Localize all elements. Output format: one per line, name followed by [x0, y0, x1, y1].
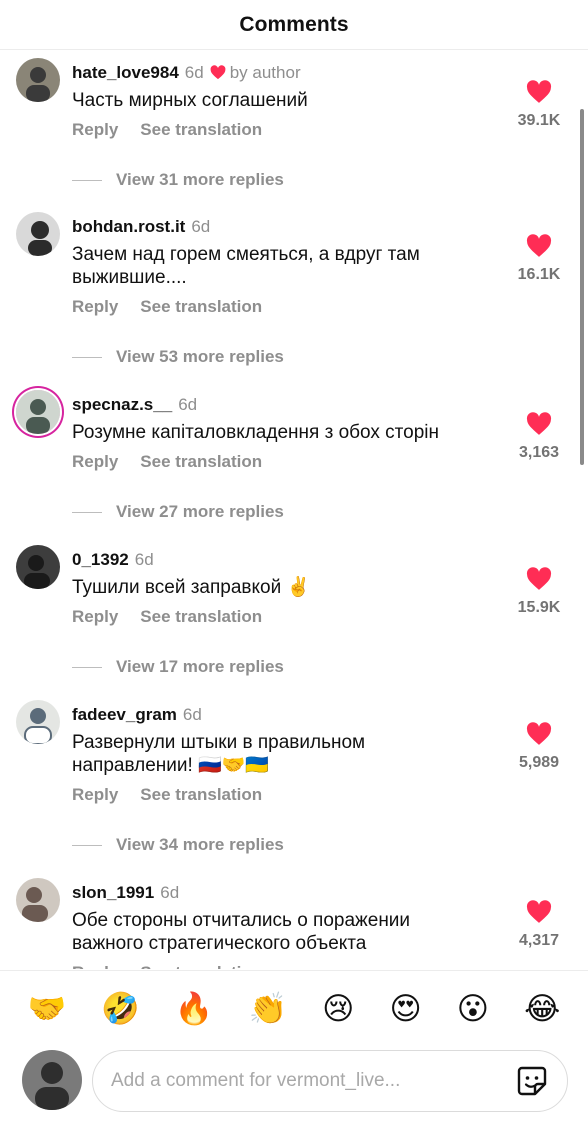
- comment-text: Розумне капіталовкладення з обох сторін: [72, 422, 439, 443]
- comment-text: Зачем над горем смеяться, а вдруг там вы…: [72, 244, 420, 288]
- divider: [72, 356, 102, 358]
- avatar[interactable]: [16, 58, 60, 102]
- avatar[interactable]: [16, 878, 60, 922]
- like-control[interactable]: 15.9K: [504, 567, 574, 617]
- comment-username[interactable]: bohdan.rost.it: [72, 217, 185, 236]
- comment-time: 6d: [191, 217, 211, 236]
- comment-time: 6d: [134, 550, 154, 569]
- current-user-avatar: [22, 1050, 82, 1110]
- view-replies-button[interactable]: View 31 more replies: [72, 170, 472, 190]
- like-control[interactable]: 39.1K: [504, 80, 574, 130]
- comment-input-box[interactable]: [92, 1050, 568, 1112]
- divider: [72, 844, 102, 846]
- like-count: 39.1K: [517, 112, 561, 129]
- view-replies-label: View 34 more replies: [116, 835, 284, 854]
- avatar-photo: [16, 390, 60, 434]
- crying-emoji-button[interactable]: 😢: [322, 993, 354, 1024]
- see-translation-button[interactable]: See translation: [140, 297, 262, 316]
- comment-text: Тушили всей заправкой ✌️: [72, 577, 311, 598]
- comment-username[interactable]: slon_1991: [72, 883, 154, 902]
- avatar-photo: [16, 212, 60, 256]
- avatar-photo: [16, 545, 60, 589]
- comment-text: Обе стороны отчитались о поражении важно…: [72, 910, 411, 954]
- see-translation-button[interactable]: See translation: [140, 452, 262, 471]
- like-control[interactable]: 4,317: [504, 900, 574, 950]
- joy-emoji-button[interactable]: 😂: [524, 993, 560, 1024]
- comment-username[interactable]: hate_love984: [72, 63, 179, 82]
- like-count: 4,317: [518, 932, 560, 949]
- comment-time: 6d: [182, 705, 202, 724]
- reply-button[interactable]: Reply: [72, 963, 118, 969]
- avatar-photo: [16, 700, 60, 744]
- like-control[interactable]: 16.1K: [504, 234, 574, 284]
- avatar-photo: [22, 1050, 82, 1110]
- view-replies-button[interactable]: View 17 more replies: [72, 657, 472, 677]
- comment-username[interactable]: 0_1392: [72, 550, 129, 569]
- comment-text: Развернули штыки в правильном направлени…: [72, 732, 366, 776]
- avatar[interactable]: [16, 390, 60, 434]
- heart-icon[interactable]: [526, 567, 552, 591]
- view-replies-button[interactable]: View 34 more replies: [72, 835, 472, 855]
- heart-icon[interactable]: [526, 900, 552, 924]
- avatar[interactable]: [16, 545, 60, 589]
- view-replies-label: View 27 more replies: [116, 502, 284, 521]
- heart-icon[interactable]: [526, 234, 552, 258]
- fire-emoji-button[interactable]: 🔥: [175, 993, 214, 1024]
- heart-eyes-emoji-button[interactable]: 😍: [389, 993, 421, 1024]
- like-count: 15.9K: [517, 599, 561, 616]
- heart-icon[interactable]: [526, 80, 552, 104]
- avatar-photo: [16, 878, 60, 922]
- view-replies-label: View 31 more replies: [116, 170, 284, 189]
- reply-button[interactable]: Reply: [72, 120, 118, 139]
- view-replies-label: View 53 more replies: [116, 347, 284, 366]
- comments-screen: Comments hate_love984 6d by author Часть м…: [0, 0, 588, 1126]
- divider: [72, 666, 102, 668]
- comment-composer: [0, 1046, 588, 1126]
- like-count: 3,163: [518, 444, 560, 461]
- comment-list[interactable]: hate_love984 6d by author Часть мирных сог…: [0, 51, 588, 969]
- heart-icon[interactable]: [526, 412, 552, 436]
- handshake-emoji-button[interactable]: 🤝: [28, 993, 67, 1024]
- comment-input[interactable]: [111, 1070, 515, 1092]
- comment-time: 6d: [178, 395, 198, 414]
- see-translation-button[interactable]: See translation: [140, 785, 262, 804]
- sticker-icon[interactable]: [515, 1064, 549, 1098]
- avatar[interactable]: [16, 212, 60, 256]
- reply-button[interactable]: Reply: [72, 452, 118, 471]
- heart-icon: [210, 65, 226, 80]
- like-control[interactable]: 3,163: [504, 412, 574, 462]
- comment-username[interactable]: specnaz.s__: [72, 395, 172, 414]
- page-title: Comments: [239, 12, 349, 36]
- emoji-reaction-bar: 🤝 🤣 🔥 👏 😢 😍 😮 😂: [0, 970, 588, 1046]
- divider: [72, 179, 102, 181]
- by-author-label: by author: [229, 63, 301, 82]
- see-translation-button[interactable]: See translation: [140, 963, 262, 969]
- divider: [72, 511, 102, 513]
- comment-text: Часть мирных соглашений: [72, 90, 308, 111]
- comment-username[interactable]: fadeev_gram: [72, 705, 177, 724]
- liked-by-author-badge: by author: [210, 63, 301, 82]
- like-control[interactable]: 5,989: [504, 722, 574, 772]
- like-count: 16.1K: [517, 266, 561, 283]
- reply-button[interactable]: Reply: [72, 785, 118, 804]
- view-replies-button[interactable]: View 27 more replies: [72, 502, 472, 522]
- avatar-photo: [16, 58, 60, 102]
- comment-time: 6d: [160, 883, 180, 902]
- reply-button[interactable]: Reply: [72, 607, 118, 626]
- avatar[interactable]: [16, 700, 60, 744]
- rofl-emoji-button[interactable]: 🤣: [101, 993, 140, 1024]
- heart-icon[interactable]: [526, 722, 552, 746]
- clap-emoji-button[interactable]: 👏: [248, 993, 287, 1024]
- view-replies-button[interactable]: View 53 more replies: [72, 347, 472, 367]
- see-translation-button[interactable]: See translation: [140, 120, 262, 139]
- surprised-emoji-button[interactable]: 😮: [457, 993, 489, 1024]
- see-translation-button[interactable]: See translation: [140, 607, 262, 626]
- comment-time: 6d: [184, 63, 204, 82]
- reply-button[interactable]: Reply: [72, 297, 118, 316]
- like-count: 5,989: [518, 754, 560, 771]
- comments-header: Comments: [0, 0, 588, 50]
- view-replies-label: View 17 more replies: [116, 657, 284, 676]
- scrollbar[interactable]: [580, 109, 584, 465]
